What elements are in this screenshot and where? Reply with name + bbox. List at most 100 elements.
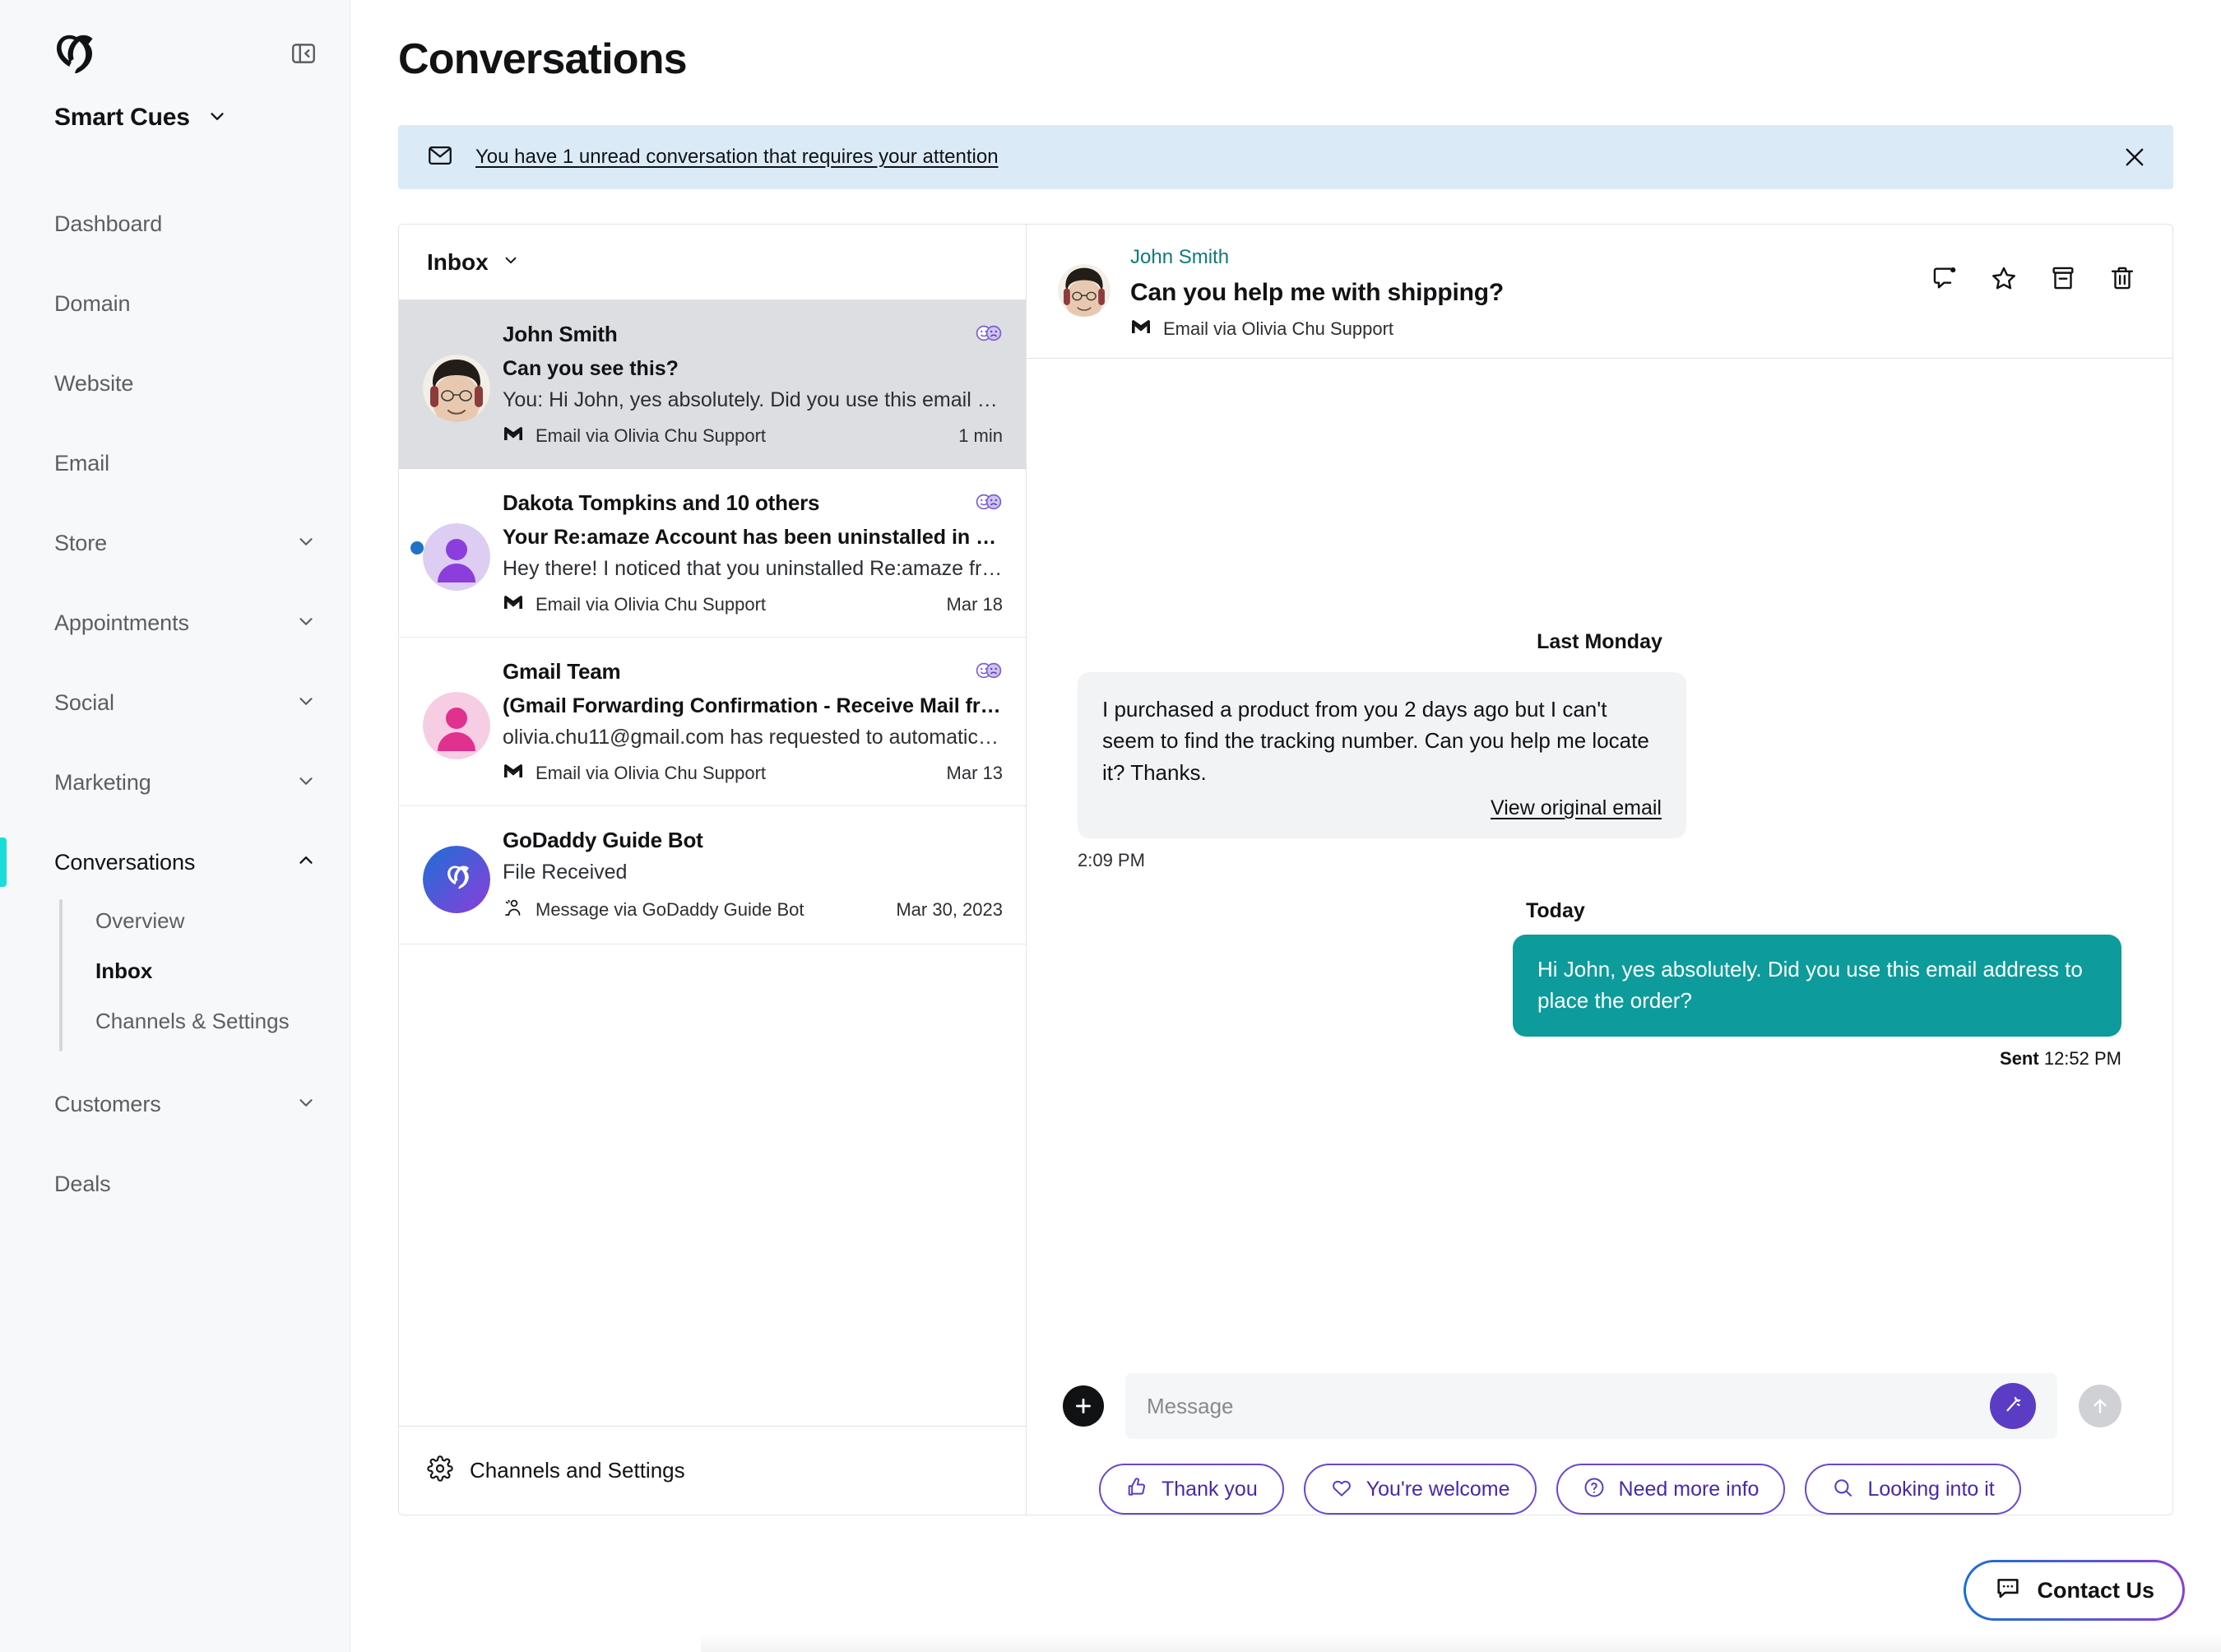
sidebar-item-overview[interactable]: Overview bbox=[59, 896, 350, 946]
quick-reply-youre-welcome[interactable]: You're welcome bbox=[1303, 1464, 1537, 1515]
conversation-list-item[interactable]: Gmail Team (Gmail Forwarding Confirmatio… bbox=[399, 638, 1026, 806]
chevron-up-icon bbox=[295, 850, 317, 875]
message-input[interactable] bbox=[1147, 1373, 1977, 1439]
conversation-subject: (Gmail Forwarding Confirmation - Receive… bbox=[503, 694, 1003, 717]
sidebar-item-store[interactable]: Store bbox=[0, 503, 350, 583]
heart-icon bbox=[1330, 1476, 1353, 1503]
sidebar-item-conversations[interactable]: Conversations bbox=[0, 823, 350, 903]
conversation-preview: Hey there! I noticed that you uninstalle… bbox=[503, 557, 1003, 580]
conversation-subject: File Received bbox=[503, 861, 628, 884]
archive-icon[interactable] bbox=[2049, 264, 2077, 292]
conversation-list-item[interactable]: GoDaddy Guide Bot File Received Message … bbox=[399, 806, 1026, 944]
sidebar-item-label: Domain bbox=[54, 291, 131, 316]
thread-channel-label: Email via Olivia Chu Support bbox=[1163, 318, 1394, 339]
sentiment-faces-icon[interactable] bbox=[975, 490, 1003, 516]
star-icon[interactable] bbox=[1990, 264, 2018, 292]
account-name: Smart Cues bbox=[54, 104, 190, 131]
inbox-panels: Inbox John Smith Can you see this? You: … bbox=[398, 224, 2173, 1515]
godaddy-logo[interactable] bbox=[54, 34, 100, 73]
question-circle-icon bbox=[1583, 1476, 1606, 1503]
conversation-sender: Dakota Tompkins and 10 others bbox=[503, 490, 820, 515]
thread-channel: Email via Olivia Chu Support bbox=[1130, 318, 1911, 340]
thread-contact-name[interactable]: John Smith bbox=[1130, 246, 1911, 269]
magic-wand-icon[interactable] bbox=[1990, 1383, 2036, 1429]
message-text: Hi John, yes absolutely. Did you use thi… bbox=[1537, 957, 2083, 1014]
conversation-time: Mar 18 bbox=[946, 594, 1003, 615]
sentiment-faces-icon[interactable] bbox=[975, 659, 1003, 684]
search-icon bbox=[1831, 1476, 1854, 1503]
conversation-body: Dakota Tompkins and 10 others Your Re:am… bbox=[499, 490, 1003, 615]
message-bubble: Hi John, yes absolutely. Did you use thi… bbox=[1513, 935, 2121, 1037]
sidebar-item-dashboard[interactable]: Dashboard bbox=[0, 184, 350, 264]
conversation-time: 1 min bbox=[958, 425, 1003, 446]
quick-reply-thank-you[interactable]: Thank you bbox=[1099, 1464, 1284, 1515]
inbox-filter-label: Inbox bbox=[427, 248, 489, 275]
unread-alert-link[interactable]: You have 1 unread conversation that requ… bbox=[475, 146, 2099, 169]
sidebar-subitem-label: Overview bbox=[95, 908, 185, 933]
thread-header: John Smith Can you help me with shipping… bbox=[1027, 225, 2172, 359]
inbox-filter-dropdown[interactable]: Inbox bbox=[399, 225, 1026, 300]
gmail-icon bbox=[503, 425, 524, 447]
gear-icon bbox=[427, 1455, 453, 1486]
close-icon[interactable] bbox=[2121, 143, 2149, 171]
contact-us-label: Contact Us bbox=[2037, 1577, 2154, 1603]
message-composer: Thank you You're welcome bbox=[1027, 1373, 2172, 1515]
sidebar-item-marketing[interactable]: Marketing bbox=[0, 743, 350, 823]
quick-reply-looking-into-it[interactable]: Looking into it bbox=[1805, 1464, 2021, 1515]
conversation-channel-label: Message via GoDaddy Guide Bot bbox=[536, 899, 804, 920]
sidebar-item-email[interactable]: Email bbox=[0, 424, 350, 503]
conversation-channel-label: Email via Olivia Chu Support bbox=[536, 425, 767, 446]
sidebar: Smart Cues Dashboard Domain Website Emai… bbox=[0, 0, 350, 1652]
account-switcher[interactable]: Smart Cues bbox=[0, 82, 350, 142]
sidebar-item-customers[interactable]: Customers bbox=[0, 1065, 350, 1144]
note-icon[interactable] bbox=[1931, 264, 1959, 292]
conversations-subnav: Overview Inbox Channels & Settings bbox=[0, 896, 350, 1065]
channels-and-settings-button[interactable]: Channels and Settings bbox=[399, 1426, 1026, 1515]
sidebar-item-social[interactable]: Social bbox=[0, 663, 350, 743]
conversation-sender: GoDaddy Guide Bot bbox=[503, 828, 703, 852]
chevron-down-icon bbox=[295, 690, 317, 716]
chevron-down-icon bbox=[295, 1092, 317, 1117]
sidebar-header bbox=[0, 0, 350, 82]
send-arrow-icon[interactable] bbox=[2079, 1385, 2121, 1427]
sidebar-item-appointments[interactable]: Appointments bbox=[0, 583, 350, 663]
avatar bbox=[414, 322, 499, 447]
sidebar-subitem-label: Channels & Settings bbox=[95, 1009, 290, 1033]
conversation-list-item[interactable]: Dakota Tompkins and 10 others Your Re:am… bbox=[399, 469, 1026, 638]
conversation-preview: olivia.chu11@gmail.com has requested to … bbox=[503, 726, 1003, 749]
app-root: Smart Cues Dashboard Domain Website Emai… bbox=[0, 0, 2221, 1652]
thread-subject: Can you help me with shipping? bbox=[1130, 279, 1505, 306]
message-input-wrap[interactable] bbox=[1125, 1373, 2057, 1439]
panel-collapse-icon[interactable] bbox=[287, 37, 320, 70]
conversation-sender: Gmail Team bbox=[503, 659, 621, 684]
sidebar-item-deals[interactable]: Deals bbox=[0, 1144, 350, 1224]
conversation-time: Mar 13 bbox=[946, 763, 1003, 783]
quick-replies: Thank you You're welcome Need more info … bbox=[1063, 1439, 2121, 1515]
sidebar-item-label: Website bbox=[54, 371, 134, 396]
sidebar-item-label: Appointments bbox=[54, 610, 189, 635]
sidebar-item-domain[interactable]: Domain bbox=[0, 264, 350, 344]
sidebar-item-label: Customers bbox=[54, 1092, 161, 1116]
message-timestamp: 2:09 PM bbox=[1078, 850, 1145, 871]
message-incoming: I purchased a product from you 2 days ag… bbox=[1078, 672, 2121, 871]
gmail-icon bbox=[503, 763, 524, 784]
conversation-channel: Message via GoDaddy Guide Bot bbox=[503, 898, 804, 922]
chat-bubble-icon bbox=[1994, 1575, 2022, 1607]
contact-us-button[interactable]: Contact Us bbox=[1964, 1560, 2185, 1621]
message-outgoing: Today Hi John, yes absolutely. Did you u… bbox=[1078, 899, 2121, 1070]
sidebar-item-inbox[interactable]: Inbox bbox=[59, 946, 350, 996]
sidebar-item-channels-settings[interactable]: Channels & Settings bbox=[59, 996, 350, 1046]
channels-and-settings-label: Channels and Settings bbox=[470, 1458, 685, 1483]
sidebar-item-website[interactable]: Website bbox=[0, 344, 350, 424]
trash-icon[interactable] bbox=[2108, 264, 2136, 292]
conversation-sender: John Smith bbox=[503, 322, 618, 346]
plus-icon[interactable] bbox=[1063, 1385, 1104, 1427]
view-original-email-link[interactable]: View original email bbox=[1491, 796, 1662, 819]
conversation-body: GoDaddy Guide Bot File Received Message … bbox=[499, 828, 1003, 922]
conversation-list-item[interactable]: John Smith Can you see this? You: Hi Joh… bbox=[399, 300, 1026, 469]
quick-reply-label: Looking into it bbox=[1867, 1477, 1995, 1501]
quick-reply-need-more-info[interactable]: Need more info bbox=[1556, 1464, 1786, 1515]
sentiment-faces-icon[interactable] bbox=[975, 322, 1003, 347]
sidebar-item-label: Deals bbox=[54, 1172, 111, 1196]
conversation-thread-panel: John Smith Can you help me with shipping… bbox=[1027, 225, 2172, 1515]
